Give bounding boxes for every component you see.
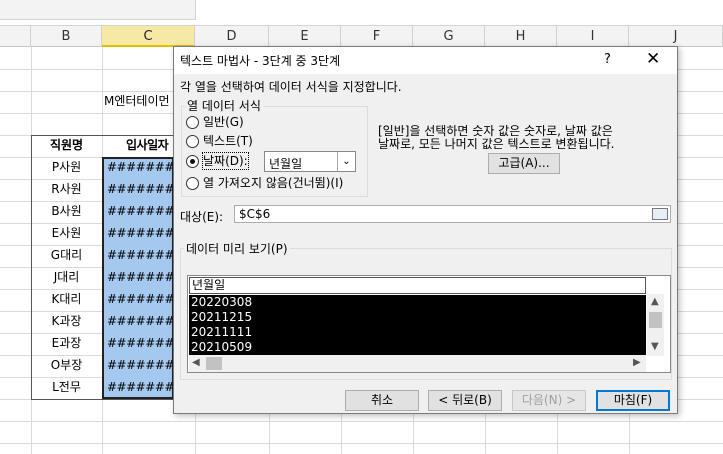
finish-button[interactable]: 마침(F)	[596, 390, 670, 411]
radio-date-label: 날짜(D):	[202, 152, 249, 170]
help-button[interactable]: ?	[604, 52, 611, 67]
radio-text[interactable]: 텍스트(T)	[186, 133, 253, 149]
preview-row: 20210509	[191, 340, 253, 354]
header-hire-date[interactable]: 입사일자	[102, 135, 174, 156]
format-description-line2: 날짜로, 모든 나머지 값은 텍스트로 변환됩니다.	[378, 137, 615, 151]
preview-column-header[interactable]: 년월일	[189, 277, 646, 294]
preview-data-area[interactable]: 20220308 20211215 20211111 20210509	[189, 295, 646, 355]
column-header-h[interactable]: H	[485, 26, 557, 47]
hire-date-cell[interactable]: ########	[102, 355, 184, 376]
column-header-d[interactable]: D	[195, 26, 269, 47]
hire-date-cell[interactable]: ########	[102, 245, 184, 266]
date-format-select[interactable]: 년월일 ⌄	[264, 151, 356, 172]
format-description: [일반]을 선택하면 숫자 값은 숫자로, 날짜 값은 날짜로, 모든 나머지 …	[378, 125, 638, 151]
column-header-b[interactable]: B	[31, 26, 102, 47]
vertical-scroll-thumb[interactable]	[649, 312, 662, 328]
preview-row: 20211215	[191, 310, 253, 324]
column-header-g[interactable]: G	[413, 26, 485, 47]
employee-name-cell[interactable]: E과장	[31, 333, 102, 354]
destination-label: 대상(E):	[180, 210, 224, 224]
dialog-title: 텍스트 마법사 - 3단계 중 3단계	[180, 54, 341, 68]
scroll-right-icon[interactable]: ▶	[633, 357, 641, 368]
instruction-text: 각 열을 선택하여 데이터 서식을 지정합니다.	[180, 80, 402, 94]
cancel-button[interactable]: 취소	[345, 390, 419, 411]
scroll-up-icon[interactable]: ▲	[651, 296, 659, 307]
select-all-corner[interactable]	[0, 26, 31, 47]
name-box[interactable]	[0, 0, 196, 20]
radio-skip-label: 열 가져오지 않음(건너뜀)(I)	[203, 176, 344, 190]
preview-vertical-scrollbar[interactable]: ▲ ▼	[647, 294, 664, 356]
destination-input[interactable]: $C$6	[234, 205, 671, 223]
date-format-value: 년월일	[269, 157, 303, 171]
scroll-left-icon[interactable]: ◀	[192, 357, 200, 368]
radio-text-label: 텍스트(T)	[203, 134, 253, 148]
radio-skip[interactable]: 열 가져오지 않음(건너뜀)(I)	[186, 175, 343, 191]
scroll-down-icon[interactable]: ▼	[651, 341, 659, 352]
radio-general-label: 일반(G)	[203, 115, 244, 129]
horizontal-scroll-thumb[interactable]	[206, 357, 222, 370]
employee-name-cell[interactable]: B사원	[31, 201, 102, 222]
column-header-j[interactable]: J	[629, 26, 723, 47]
destination-value: $C$6	[239, 207, 271, 221]
back-button[interactable]: < 뒤로(B)	[428, 390, 502, 411]
radio-text-circle[interactable]	[186, 134, 199, 148]
dialog-titlebar[interactable]: 텍스트 마법사 - 3단계 중 3단계 ? ✕	[174, 47, 677, 74]
hire-date-cell[interactable]: ########	[102, 201, 184, 222]
radio-general-circle[interactable]	[186, 115, 199, 129]
preview-horizontal-scrollbar[interactable]: ◀ ▶	[189, 355, 646, 372]
hire-date-cell[interactable]: ########	[102, 289, 184, 310]
radio-date[interactable]: 날짜(D):	[186, 152, 249, 170]
hire-date-cell[interactable]: ########	[102, 377, 184, 398]
text-import-wizard-dialog: 텍스트 마법사 - 3단계 중 3단계 ? ✕ 각 열을 선택하여 데이터 서식…	[173, 46, 678, 414]
column-format-group-label: 열 데이터 서식	[185, 97, 263, 114]
employee-name-cell[interactable]: P사원	[31, 157, 102, 178]
hire-date-cell[interactable]: ########	[102, 267, 184, 288]
employee-name-cell[interactable]: E사원	[31, 223, 102, 244]
employee-name-cell[interactable]: J대리	[31, 267, 102, 288]
hire-date-cell[interactable]: ########	[102, 179, 184, 200]
gridline	[0, 421, 723, 422]
close-icon[interactable]: ✕	[646, 49, 660, 69]
employee-name-cell[interactable]: L전무	[31, 377, 102, 398]
hire-date-cell[interactable]: ########	[102, 223, 184, 244]
employee-name-cell[interactable]: O부장	[31, 355, 102, 376]
data-preview[interactable]: 년월일 20220308 20211215 20211111 20210509 …	[187, 275, 671, 373]
hire-date-cell[interactable]: ########	[102, 311, 184, 332]
preview-row: 20220308	[191, 295, 253, 309]
column-header-c[interactable]: C	[102, 26, 195, 47]
hire-date-cell[interactable]: ########	[102, 157, 184, 178]
preview-row: 20211111	[191, 325, 253, 339]
employee-name-cell[interactable]: G대리	[31, 245, 102, 266]
radio-skip-circle[interactable]	[186, 176, 199, 190]
company-label-cell[interactable]: M엔터테이먼	[104, 91, 170, 112]
advanced-button[interactable]: 고급(A)...	[488, 153, 560, 174]
column-headers: B C D E F G H I J	[0, 26, 723, 47]
employee-name-cell[interactable]: K과장	[31, 311, 102, 332]
header-employee-name[interactable]: 직원명	[31, 135, 102, 156]
next-button[interactable]: 다음(N) >	[512, 390, 586, 411]
hire-date-cell[interactable]: ########	[102, 333, 184, 354]
range-select-icon[interactable]	[652, 208, 668, 220]
chevron-down-icon[interactable]: ⌄	[337, 152, 355, 171]
employee-name-cell[interactable]: K대리	[31, 289, 102, 310]
preview-label: 데이터 미리 보기(P)	[184, 240, 290, 257]
employee-name-cell[interactable]: R사원	[31, 179, 102, 200]
column-header-i[interactable]: I	[557, 26, 629, 47]
radio-date-circle[interactable]	[186, 154, 199, 168]
gridline	[0, 443, 723, 444]
radio-general[interactable]: 일반(G)	[186, 114, 244, 130]
column-header-e[interactable]: E	[269, 26, 341, 47]
column-header-f[interactable]: F	[341, 26, 413, 47]
